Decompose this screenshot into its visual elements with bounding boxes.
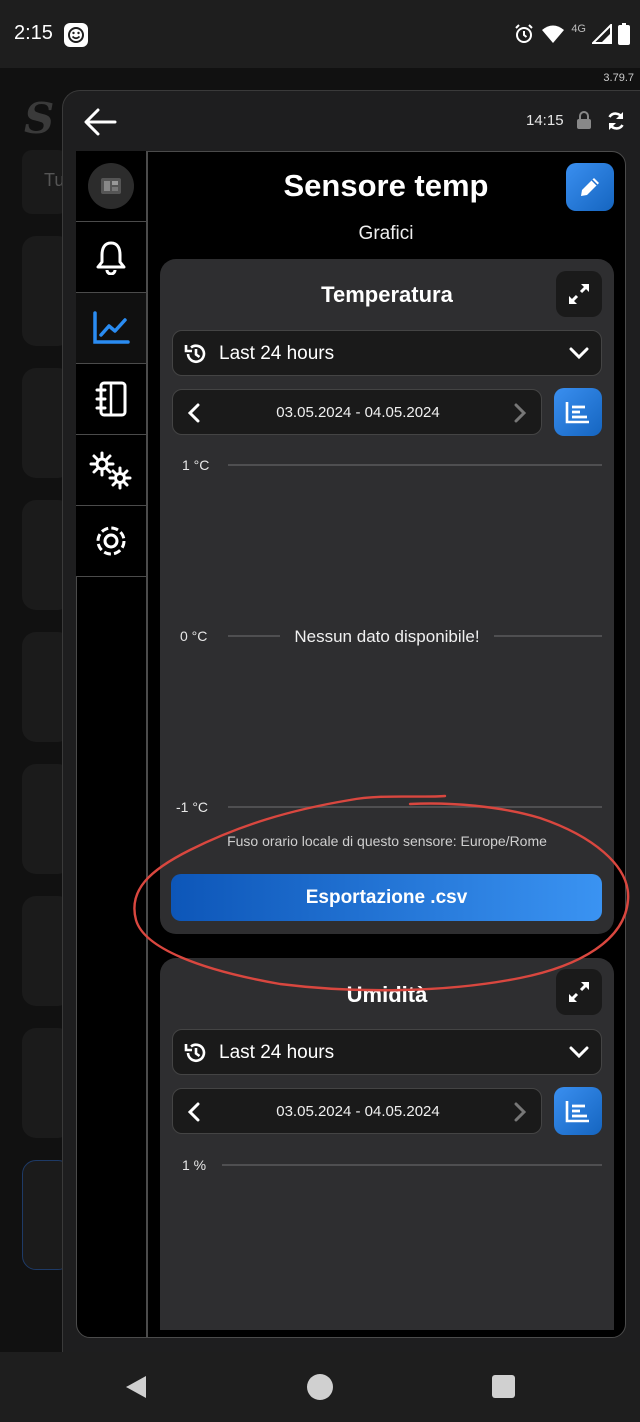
chevron-down-icon <box>569 347 589 360</box>
nav-recents-icon[interactable] <box>492 1375 515 1398</box>
app-logo: S <box>24 94 55 143</box>
sidebar-item-settings[interactable] <box>76 506 147 577</box>
battery-icon <box>618 23 630 45</box>
bar-chart-icon <box>565 402 589 424</box>
signal-icon <box>592 24 612 44</box>
chevron-down-icon <box>569 1046 589 1059</box>
y-tick-label: 0 °C <box>180 628 207 644</box>
bell-icon <box>96 241 126 275</box>
sidebar-divider <box>146 151 148 1338</box>
smiley-icon <box>64 23 88 47</box>
gear-icon <box>96 526 126 556</box>
y-tick-label: 1 °C <box>182 457 209 473</box>
card-title: Temperatura <box>321 282 453 307</box>
section-subtitle: Grafici <box>358 223 414 244</box>
date-range-nav: 03.05.2024 - 04.05.2024 <box>172 1088 542 1134</box>
chart-type-button[interactable] <box>554 388 602 436</box>
sensor-avatar-icon <box>88 163 134 209</box>
history-icon <box>184 1043 206 1062</box>
refresh-icon[interactable] <box>606 111 626 131</box>
status-bar: 2:15 4G <box>0 0 640 68</box>
expand-button[interactable] <box>556 271 602 317</box>
pencil-icon <box>581 178 599 196</box>
dialog-time: 14:15 <box>526 112 564 129</box>
sidebar-item-advanced-settings[interactable] <box>76 435 147 506</box>
expand-icon <box>569 284 589 304</box>
back-button[interactable] <box>82 104 118 140</box>
nav-back-icon[interactable] <box>124 1374 148 1400</box>
wifi-icon <box>542 25 565 43</box>
period-select[interactable]: Last 24 hours <box>172 330 602 376</box>
temperature-chart: 1 °C 0 °C -1 °C Nessun dato disponibile! <box>176 457 602 815</box>
date-range-label: 03.05.2024 - 04.05.2024 <box>276 1103 440 1120</box>
status-icons: 4G <box>513 22 630 46</box>
sidebar-item-charts[interactable] <box>76 293 147 364</box>
period-label: Last 24 hours <box>219 1042 335 1063</box>
period-select[interactable]: Last 24 hours <box>172 1029 602 1075</box>
no-data-message: Nessun dato disponibile! <box>294 627 479 646</box>
history-icon <box>184 344 206 363</box>
sidebar <box>76 151 148 579</box>
date-range-label: 03.05.2024 - 04.05.2024 <box>276 404 440 421</box>
gears-icon <box>89 451 132 490</box>
sidebar-item-notifications[interactable] <box>76 222 147 293</box>
nav-home-icon[interactable] <box>307 1374 333 1400</box>
sidebar-item-sensor[interactable] <box>76 151 147 222</box>
notebook-icon <box>95 381 127 417</box>
system-nav-bar <box>0 1352 640 1422</box>
bar-chart-icon <box>565 1101 589 1123</box>
sidebar-item-log[interactable] <box>76 364 147 435</box>
annotation-circle <box>133 794 630 992</box>
chart-type-button[interactable] <box>554 1087 602 1135</box>
sensor-title: Sensore temp <box>283 168 489 203</box>
lock-icon[interactable] <box>576 111 592 129</box>
date-range-nav: 03.05.2024 - 04.05.2024 <box>172 389 542 435</box>
alarm-icon <box>515 24 534 43</box>
network-type: 4G <box>571 23 586 35</box>
chevron-right-icon[interactable] <box>513 1102 527 1122</box>
chart-line-icon <box>93 311 130 344</box>
humidity-chart: 1 % <box>182 1157 602 1173</box>
status-time: 2:15 <box>14 22 53 44</box>
app-version: 3.79.7 <box>603 72 634 84</box>
chevron-right-icon[interactable] <box>513 403 527 423</box>
edit-button[interactable] <box>566 163 614 211</box>
period-label: Last 24 hours <box>219 343 335 364</box>
y-tick-label: 1 % <box>182 1157 206 1173</box>
arrow-left-icon <box>84 108 117 136</box>
